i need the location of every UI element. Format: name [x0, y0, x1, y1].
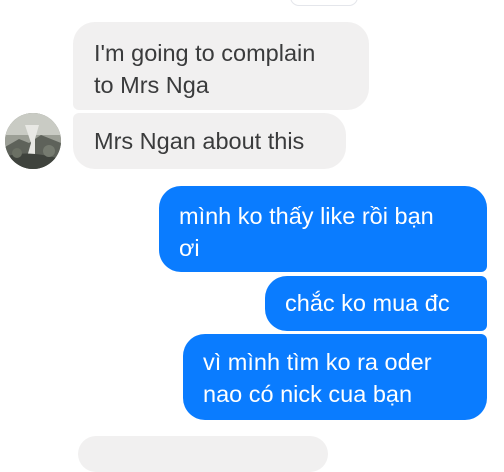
message-line: mình ko thấy like rồi bạn [179, 203, 434, 229]
outgoing-message-bubble[interactable]: vì mình tìm ko ra oder nao có nick cua b… [183, 334, 487, 420]
contact-avatar[interactable] [5, 113, 61, 169]
message-line: chắc ko mua đc [285, 290, 450, 316]
message-line: I'm going to complain [94, 40, 316, 66]
message-line: to Mrs Nga [94, 72, 209, 98]
incoming-message-bubble[interactable]: Mrs Ngan about this [73, 113, 346, 169]
previous-message-bubble-edge [290, 0, 358, 6]
outgoing-message-bubble[interactable]: chắc ko mua đc [265, 276, 487, 331]
chat-thread: I'm going to complain to Mrs Nga Mrs Nga… [0, 0, 504, 472]
message-line: Mrs Ngan about this [94, 128, 305, 154]
outgoing-message-bubble[interactable]: mình ko thấy like rồi bạn ơi [159, 186, 487, 272]
message-line: ơi [179, 235, 200, 261]
incoming-message-bubble[interactable]: I'm going to complain to Mrs Nga [73, 22, 369, 110]
next-message-bubble-edge [78, 436, 328, 472]
avatar-photo-icon [5, 113, 61, 169]
message-line: nao có nick cua bạn [203, 381, 413, 407]
message-line: vì mình tìm ko ra oder [203, 349, 432, 375]
